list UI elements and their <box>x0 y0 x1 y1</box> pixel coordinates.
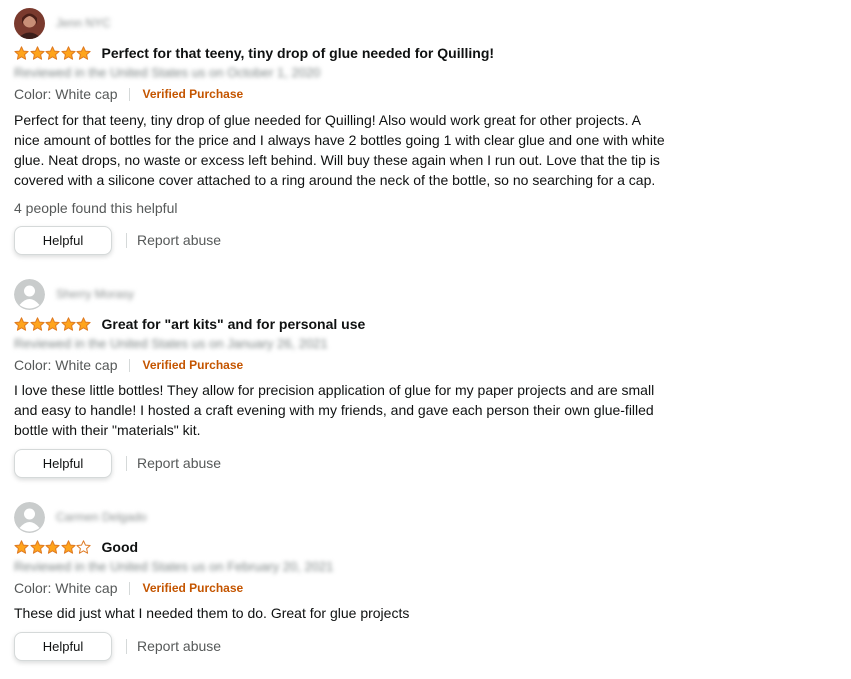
verified-purchase-badge[interactable]: Verified Purchase <box>142 358 243 372</box>
review-body-line: These did just what I needed them to do.… <box>14 605 410 621</box>
helpful-button[interactable]: Helpful <box>14 225 112 255</box>
star-filled-icon <box>29 45 45 60</box>
reviewer-name[interactable]: Carmen Delgado <box>56 510 147 524</box>
review-title[interactable]: Great for "art kits" and for personal us… <box>102 316 366 332</box>
star-filled-icon <box>76 45 91 60</box>
review-body-line: I love these little bottles! They allow … <box>14 382 655 398</box>
report-abuse-link[interactable]: Report abuse <box>137 638 221 654</box>
star-filled-icon <box>45 45 60 60</box>
review-body-line: Perfect for that teeny, tiny drop of glu… <box>14 112 641 128</box>
review-body: Perfect for that teeny, tiny drop of glu… <box>14 110 704 190</box>
review-actions: Helpful Report abuse <box>14 630 221 662</box>
review-body-line: glue. Neat drops, no waste or excess lef… <box>14 152 660 168</box>
divider <box>129 581 131 595</box>
review-body: I love these little bottles! They allow … <box>14 380 704 440</box>
reviewer-name[interactable]: Jenn NYC <box>56 16 111 30</box>
review-heading: Perfect for that teeny, tiny drop of glu… <box>14 43 494 63</box>
review-body-line: bottle with their "materials" kit. <box>14 422 201 438</box>
review-meta: Color: White cap Verified Purchase <box>14 579 243 597</box>
divider <box>126 232 127 248</box>
star-filled-icon <box>76 316 91 331</box>
reviewer-profile[interactable]: Sherry Morasy <box>14 278 134 310</box>
review-title[interactable]: Perfect for that teeny, tiny drop of glu… <box>102 45 495 61</box>
star-filled-icon <box>45 539 60 554</box>
avatar[interactable] <box>14 501 45 533</box>
reviewer-profile[interactable]: Carmen Delgado <box>14 501 147 533</box>
color-variant[interactable]: Color: White cap <box>14 580 117 596</box>
review-card: Sherry Morasy Great for "art kits" and f… <box>14 278 714 478</box>
report-abuse-link[interactable]: Report abuse <box>137 232 221 248</box>
verified-purchase-badge[interactable]: Verified Purchase <box>142 581 243 595</box>
star-filled-icon <box>14 316 29 331</box>
avatar[interactable] <box>14 7 45 39</box>
star-filled-icon <box>60 539 76 554</box>
star-empty-icon <box>76 539 91 554</box>
helpful-button[interactable]: Helpful <box>14 631 112 661</box>
review-date: Reviewed in the United States us on Janu… <box>14 336 328 351</box>
review-date: Reviewed in the United States us on Octo… <box>14 65 321 80</box>
divider <box>129 358 131 372</box>
report-abuse-link[interactable]: Report abuse <box>137 455 221 471</box>
review-actions: Helpful Report abuse <box>14 224 221 256</box>
color-variant[interactable]: Color: White cap <box>14 357 117 373</box>
star-rating[interactable] <box>14 539 92 555</box>
star-filled-icon <box>29 316 45 331</box>
star-filled-icon <box>14 539 29 554</box>
review-title[interactable]: Good <box>102 539 139 555</box>
star-rating[interactable] <box>14 316 92 332</box>
star-filled-icon <box>45 316 60 331</box>
star-filled-icon <box>60 316 76 331</box>
review-actions: Helpful Report abuse <box>14 447 221 479</box>
review-meta: Color: White cap Verified Purchase <box>14 356 243 374</box>
divider <box>126 455 127 471</box>
verified-purchase-badge[interactable]: Verified Purchase <box>142 87 243 101</box>
review-date: Reviewed in the United States us on Febr… <box>14 559 334 574</box>
divider <box>126 638 127 654</box>
star-rating[interactable] <box>14 45 92 61</box>
helpful-count: 4 people found this helpful <box>14 200 178 216</box>
divider <box>129 87 131 101</box>
review-body-line: and easy to handle! I hosted a craft eve… <box>14 402 654 418</box>
review-card: Jenn NYC Perfect for that teeny, tiny dr… <box>14 7 714 262</box>
reviewer-name[interactable]: Sherry Morasy <box>56 287 134 301</box>
avatar[interactable] <box>14 278 45 310</box>
helpful-button[interactable]: Helpful <box>14 448 112 478</box>
review-body-line: covered with a silicone cover attached t… <box>14 172 656 188</box>
review-meta: Color: White cap Verified Purchase <box>14 85 243 103</box>
color-variant[interactable]: Color: White cap <box>14 86 117 102</box>
review-body-line: nice amount of bottles for the price and… <box>14 132 665 148</box>
review-body: These did just what I needed them to do.… <box>14 603 704 623</box>
star-filled-icon <box>14 45 29 60</box>
star-filled-icon <box>29 539 45 554</box>
review-heading: Great for "art kits" and for personal us… <box>14 314 365 334</box>
review-card: Carmen Delgado Good Reviewed in the Unit… <box>14 501 714 671</box>
reviewer-profile[interactable]: Jenn NYC <box>14 7 111 39</box>
star-filled-icon <box>60 45 76 60</box>
review-heading: Good <box>14 537 138 557</box>
